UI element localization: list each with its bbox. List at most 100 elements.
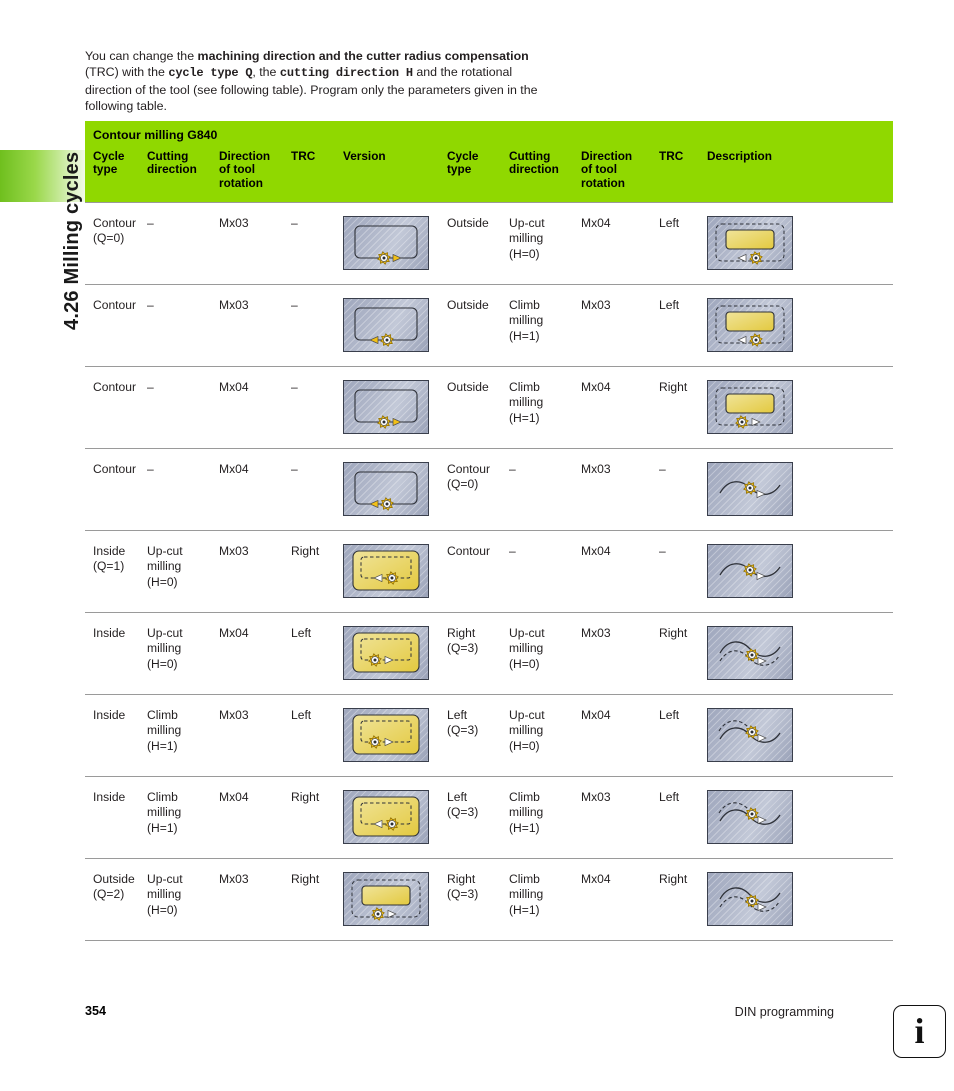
col-header-tool-rotation-left: Direction of tool rotation: [219, 149, 271, 190]
cell-cycle-type-right: Outside: [447, 366, 509, 450]
cell-tool-rotation-left: Mx03: [219, 284, 291, 368]
table-row: Outside (Q=2) Up-cut milling (H=0) Mx03 Right R…: [85, 858, 893, 942]
col-header-description: Description: [707, 149, 772, 163]
cell-cycle-type-left: Inside: [85, 612, 147, 696]
col-header-cycle-type-left: Cycle type: [93, 149, 125, 177]
diagram-outside-pocket-right-arrow-ccw: [343, 872, 429, 927]
cell-trc-left: Right: [291, 858, 343, 942]
diagram-contour-ccw-left-arrow-2: [343, 462, 429, 517]
cell-trc-right: –: [659, 530, 707, 614]
cell-cutting-direction-right: –: [509, 448, 581, 532]
cell-cutting-direction-left: Climb milling (H=1): [147, 694, 219, 778]
col-header-cutting-direction-right: Cutting direction: [509, 149, 559, 177]
cell-tool-rotation-left: Mx04: [219, 448, 291, 532]
cell-cutting-direction-left: Up-cut milling (H=0): [147, 612, 219, 696]
cell-trc-left: –: [291, 284, 343, 368]
cell-cutting-direction-right: Up-cut milling (H=0): [509, 612, 581, 696]
cell-cutting-direction-left: Up-cut milling (H=0): [147, 858, 219, 942]
cell-trc-left: Left: [291, 694, 343, 778]
contour-milling-table: Contour milling G840 Cycle type Cutting di…: [85, 121, 893, 942]
diagram-inside-pocket-left-arrow: [343, 544, 429, 599]
cell-cutting-direction-right: Up-cut milling (H=0): [509, 694, 581, 778]
diagram-curve-offset-left: [707, 708, 793, 763]
diagram-curve-offset-right: [707, 626, 793, 681]
cell-cutting-direction-right: Climb milling (H=1): [509, 284, 581, 368]
info-icon: i: [893, 1005, 946, 1058]
table-title: Contour milling G840: [93, 128, 218, 142]
cell-cycle-type-left: Contour: [85, 284, 147, 368]
cell-cycle-type-right: Outside: [447, 202, 509, 286]
cell-tool-rotation-left: Mx03: [219, 530, 291, 614]
cell-description-diagram: [707, 366, 893, 450]
intro-bold-1: machining direction and the cutter radiu…: [197, 49, 529, 63]
cell-tool-rotation-right: Mx03: [581, 776, 659, 860]
diagram-curve-offset-right-2: [707, 872, 793, 927]
cell-description-diagram: [707, 284, 893, 368]
cell-cycle-type-right: Right (Q=3): [447, 858, 509, 942]
cell-cutting-direction-right: Climb milling (H=1): [509, 776, 581, 860]
cell-cycle-type-left: Inside: [85, 776, 147, 860]
table-header-band: Contour milling G840 Cycle type Cutting di…: [85, 121, 893, 203]
intro-paragraph: You can change the machining direction a…: [85, 48, 555, 115]
cell-tool-rotation-right: Mx04: [581, 530, 659, 614]
cell-version-diagram: [343, 858, 447, 942]
cell-description-diagram: [707, 858, 893, 942]
cell-version-diagram: [343, 448, 447, 532]
cell-cycle-type-left: Contour (Q=0): [85, 202, 147, 286]
table-header-row: Cycle type Cutting direction Direction of t…: [85, 148, 893, 202]
cell-tool-rotation-right: Mx04: [581, 366, 659, 450]
diagram-contour-cw-right-arrow: [343, 216, 429, 271]
cell-tool-rotation-left: Mx04: [219, 776, 291, 860]
cell-trc-right: Left: [659, 694, 707, 778]
diagram-curve-offset-left-2: [707, 790, 793, 845]
cell-trc-right: Right: [659, 612, 707, 696]
cell-cutting-direction-right: Climb milling (H=1): [509, 366, 581, 450]
table-row: Inside Climb milling (H=1) Mx04 Right Left (Q=3…: [85, 776, 893, 860]
cell-cycle-type-right: Right (Q=3): [447, 612, 509, 696]
cell-cycle-type-left: Contour: [85, 366, 147, 450]
cell-cutting-direction-right: Up-cut milling (H=0): [509, 202, 581, 286]
cell-description-diagram: [707, 448, 893, 532]
cell-version-diagram: [343, 612, 447, 696]
table-body-grid: Contour (Q=0) – Mx03– Outside Up-cut milling (H…: [85, 202, 893, 942]
cell-trc-right: Right: [659, 858, 707, 942]
cell-cutting-direction-left: Climb milling (H=1): [147, 776, 219, 860]
table-row: Contour (Q=0) – Mx03– Outside Up-cut milling (H…: [85, 202, 893, 286]
col-header-trc-right: TRC: [659, 149, 684, 163]
cell-version-diagram: [343, 366, 447, 450]
diagram-outside-pocket-left-arrow-cw: [707, 298, 793, 353]
diagram-inside-pocket-left-arrow-2: [343, 790, 429, 845]
intro-text-3: , the: [252, 65, 280, 80]
diagram-open-curve-right-2: [707, 544, 793, 599]
cell-tool-rotation-right: Mx04: [581, 202, 659, 286]
footer-section-label: DIN programming: [734, 1005, 834, 1019]
page-number: 354: [85, 1004, 107, 1018]
cell-tool-rotation-left: Mx03: [219, 202, 291, 286]
table-header-row-grid: Cycle type Cutting direction Direction of t…: [85, 148, 893, 202]
cell-trc-right: Left: [659, 202, 707, 286]
cell-cycle-type-right: Contour: [447, 530, 509, 614]
cell-tool-rotation-left: Mx04: [219, 612, 291, 696]
cell-tool-rotation-left: Mx03: [219, 858, 291, 942]
cell-cutting-direction-left: –: [147, 448, 219, 532]
cell-cutting-direction-right: –: [509, 530, 581, 614]
cell-cycle-type-right: Contour (Q=0): [447, 448, 509, 532]
cell-trc-left: –: [291, 448, 343, 532]
cell-trc-right: Left: [659, 284, 707, 368]
intro-text-2: (TRC) with the: [85, 65, 169, 80]
cell-trc-left: Right: [291, 530, 343, 614]
cell-cutting-direction-left: Up-cut milling (H=0): [147, 530, 219, 614]
col-header-trc-left: TRC: [291, 149, 316, 163]
cell-cutting-direction-right: Climb milling (H=1): [509, 858, 581, 942]
cell-description-diagram: [707, 694, 893, 778]
col-header-version: Version: [343, 149, 386, 163]
cell-version-diagram: [343, 694, 447, 778]
table-body: Contour (Q=0) – Mx03– Outside Up-cut milling (H…: [85, 202, 893, 942]
cell-cutting-direction-left: –: [147, 202, 219, 286]
cell-trc-left: –: [291, 202, 343, 286]
table-row: Contour – Mx03– Outside Climb milling (H=1) Mx0…: [85, 284, 893, 368]
cell-description-diagram: [707, 202, 893, 286]
cell-tool-rotation-right: Mx03: [581, 284, 659, 368]
table-row: Contour – Mx04– Contour (Q=0) – Mx03–: [85, 448, 893, 532]
cell-cutting-direction-left: –: [147, 284, 219, 368]
